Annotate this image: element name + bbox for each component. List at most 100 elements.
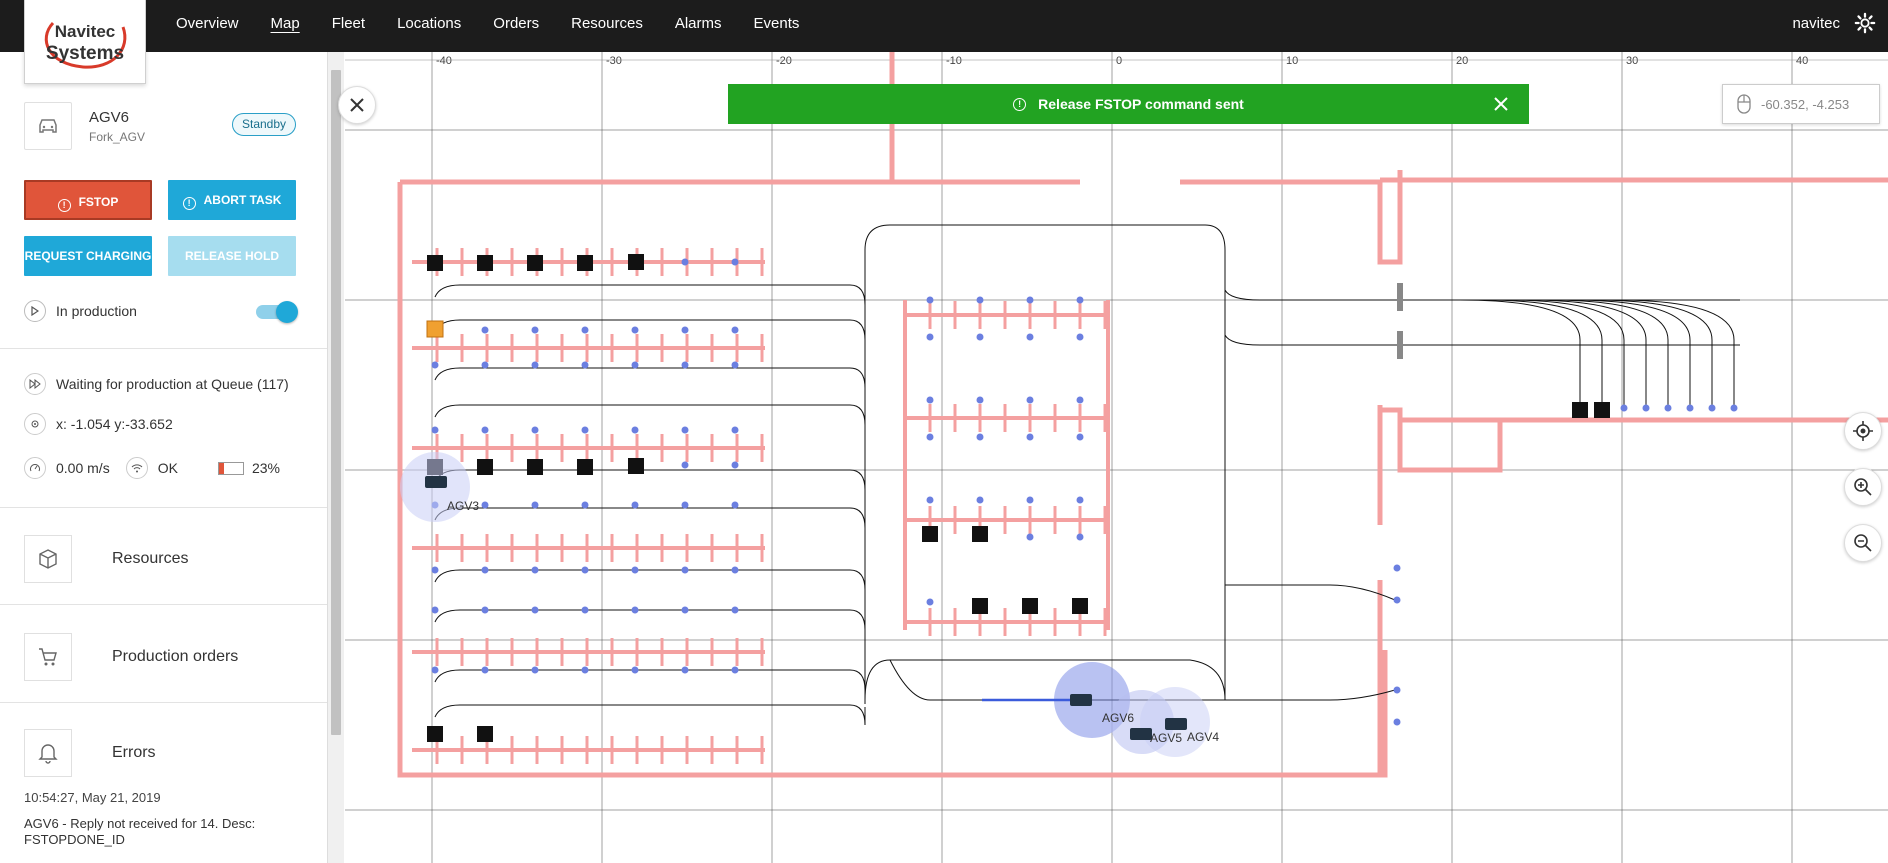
production-orders-section[interactable]: Production orders <box>24 633 238 681</box>
ruler-tick-label: 30 <box>1626 55 1638 67</box>
path-node <box>581 606 589 614</box>
path-node <box>531 501 539 509</box>
path-node <box>731 501 739 509</box>
zoom-out-icon <box>1854 534 1872 552</box>
path-node <box>581 326 589 334</box>
box-icon <box>24 535 72 583</box>
path-node <box>1026 433 1034 441</box>
nav-item-alarms[interactable]: Alarms <box>667 0 730 52</box>
path-node <box>731 606 739 614</box>
nav-item-locations[interactable]: Locations <box>389 0 469 52</box>
location-icon <box>24 413 46 435</box>
path-node <box>1664 404 1672 412</box>
path-segment <box>434 609 866 701</box>
map-canvas[interactable]: -40 -30 -20 -10 0 10 20 30 40 AGV3 AGV6 AGV5 AGV4 <box>345 52 1888 863</box>
ruler-tick-label: -40 <box>436 55 452 67</box>
nav-item-map[interactable]: Map <box>263 0 308 52</box>
vehicle-name: AGV6 <box>89 109 130 126</box>
top-bar: Overview Map Fleet Locations Orders Resources… <box>0 0 1888 52</box>
nav-item-events[interactable]: Events <box>746 0 808 52</box>
production-toggle[interactable] <box>256 301 298 323</box>
path-node <box>631 666 639 674</box>
logo-line1: Navitec <box>55 22 115 41</box>
nav-item-orders[interactable]: Orders <box>485 0 547 52</box>
nav-item-overview[interactable]: Overview <box>168 0 247 52</box>
scrollbar-thumb[interactable] <box>331 70 341 735</box>
ruler-tick-label: 40 <box>1796 55 1808 67</box>
path-node <box>1393 718 1401 726</box>
path-node <box>1026 396 1034 404</box>
user-name[interactable]: navitec <box>1792 0 1840 48</box>
gear-icon[interactable] <box>1854 12 1876 34</box>
path-node <box>631 426 639 434</box>
path-node <box>1393 564 1401 572</box>
nav-item-label: Locations <box>397 15 462 32</box>
path-node <box>926 296 934 304</box>
path-node <box>431 426 439 434</box>
close-panel-button[interactable] <box>338 86 376 124</box>
load-station <box>477 255 493 271</box>
path-node <box>481 566 489 574</box>
path-segment <box>1225 584 1396 601</box>
fstop-button[interactable]: ! FSTOP <box>24 180 152 220</box>
toast-message: Release FSTOP command sent <box>1038 96 1244 112</box>
mouse-icon <box>1737 94 1751 114</box>
agv-label: AGV4 <box>1187 730 1219 744</box>
warehouse-map[interactable]: -40 -30 -20 -10 0 10 20 30 40 AGV3 AGV6 AGV5 AGV4 <box>345 52 1888 863</box>
x-label: x: <box>56 416 67 432</box>
path-node <box>531 606 539 614</box>
agv-label: AGV5 <box>1150 731 1182 745</box>
path-node <box>976 433 984 441</box>
path-segment <box>434 284 866 680</box>
path-segment <box>1459 299 1581 410</box>
errors-section[interactable]: Errors <box>24 729 156 777</box>
alert-icon: ! <box>182 197 196 210</box>
request-charging-button[interactable]: REQUEST CHARGING <box>24 236 152 276</box>
locate-button[interactable] <box>1844 412 1882 450</box>
abort-label: ABORT TASK <box>203 193 282 207</box>
navitec-logo[interactable]: Navitec Systems <box>24 0 146 84</box>
path-node <box>731 361 739 369</box>
ruler-tick-label: 0 <box>1116 55 1122 67</box>
y-label: y: <box>114 416 126 432</box>
agv-marker <box>425 476 447 488</box>
zoom-out-button[interactable] <box>1844 524 1882 562</box>
resources-label: Resources <box>112 550 189 567</box>
path-node <box>681 258 689 266</box>
load-station <box>1594 402 1610 418</box>
path-node <box>1730 404 1738 412</box>
load-station <box>527 255 543 271</box>
nav-item-fleet[interactable]: Fleet <box>324 0 373 52</box>
path-node <box>1076 296 1084 304</box>
car-icon <box>39 119 57 133</box>
abort-task-button[interactable]: ! ABORT TASK <box>168 180 296 220</box>
path-node <box>581 566 589 574</box>
load-station <box>1022 598 1038 614</box>
path-node <box>481 361 489 369</box>
close-icon[interactable] <box>1491 94 1511 114</box>
zoom-in-icon <box>1854 478 1872 496</box>
y-value: -33.652 <box>125 416 173 432</box>
resources-section[interactable]: Resources <box>24 535 188 583</box>
path-node <box>531 326 539 334</box>
path-node <box>926 496 934 504</box>
path-node <box>1076 433 1084 441</box>
zoom-in-button[interactable] <box>1844 468 1882 506</box>
load-station <box>577 459 593 475</box>
wifi-icon <box>125 457 148 479</box>
divider <box>0 507 327 508</box>
path-segment <box>434 507 866 695</box>
telemetry-row: 0.00 m/s OK 23% <box>24 457 280 479</box>
path-segment <box>434 704 866 726</box>
orders-label: Production orders <box>112 648 239 665</box>
path-node <box>1076 396 1084 404</box>
agv-marker <box>1070 694 1092 706</box>
alert-icon: ! <box>57 199 71 212</box>
path-node <box>681 461 689 469</box>
wall <box>1377 170 1403 265</box>
sidebar-scrollbar[interactable] <box>328 52 344 863</box>
release-hold-button[interactable]: RELEASE HOLD <box>168 236 296 276</box>
path-node <box>631 501 639 509</box>
nav-item-resources[interactable]: Resources <box>563 0 651 52</box>
nav-item-label: Map <box>270 15 300 32</box>
